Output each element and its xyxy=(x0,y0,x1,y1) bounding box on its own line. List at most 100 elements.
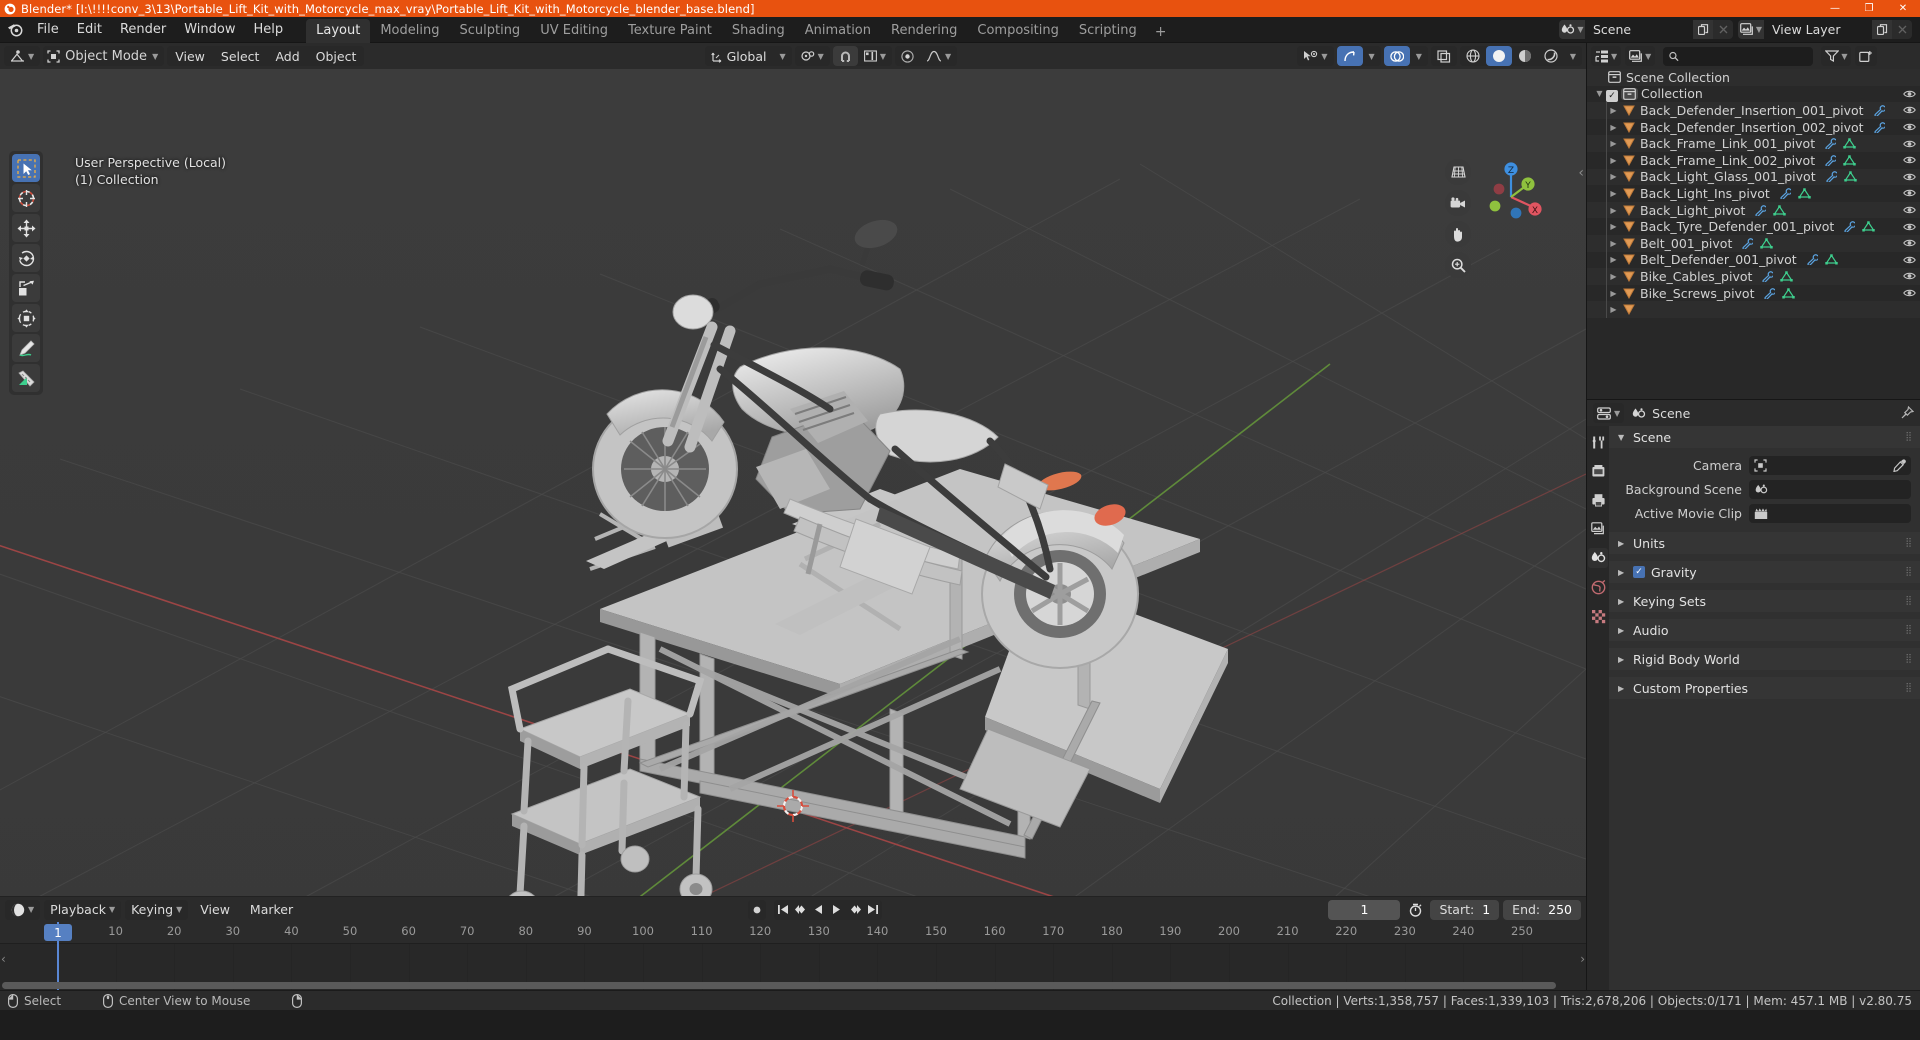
pivot-point-button[interactable]: ▼ xyxy=(795,46,830,66)
measure-tool[interactable] xyxy=(12,364,40,392)
viewport-menu-view[interactable]: View xyxy=(167,46,213,67)
viewport-menu-object[interactable]: Object xyxy=(308,46,365,67)
visibility-eye-icon[interactable] xyxy=(1903,255,1916,265)
proportional-edit-toggle[interactable] xyxy=(895,46,920,66)
tab-layout[interactable]: Layout xyxy=(306,18,371,43)
gizmo-options-button[interactable]: ▼ xyxy=(1363,46,1381,66)
outliner-row-object[interactable]: ▶ Belt_Defender_001_pivot xyxy=(1587,251,1920,269)
modifier-icon[interactable] xyxy=(1761,271,1774,282)
tab-compositing[interactable]: Compositing xyxy=(967,19,1069,43)
expand-triangle-icon[interactable]: ▶ xyxy=(1607,106,1620,115)
outliner-tree[interactable]: Scene Collection ▼ ✓ Collection ▶ Back_Defend… xyxy=(1587,69,1920,399)
render-tab[interactable] xyxy=(1588,461,1608,481)
view-layer-selector[interactable]: ▼ View Layer xyxy=(1738,20,1912,39)
menu-file[interactable]: File xyxy=(28,19,68,40)
remove-scene-button[interactable] xyxy=(1713,20,1733,39)
tab-texture-paint[interactable]: Texture Paint xyxy=(618,19,722,43)
gizmo-toggle-button[interactable] xyxy=(1336,46,1363,66)
object-visibility-button[interactable]: ▼ xyxy=(1297,46,1333,66)
new-view-layer-button[interactable] xyxy=(1872,20,1892,39)
end-frame-field[interactable]: End: 250 xyxy=(1503,899,1581,920)
select-box-tool[interactable] xyxy=(12,154,40,182)
expand-triangle-icon[interactable]: ▶ xyxy=(1607,139,1620,148)
visibility-eye-icon[interactable] xyxy=(1903,222,1916,232)
minimize-button[interactable]: — xyxy=(1818,0,1852,17)
view-layer-name-field[interactable]: View Layer xyxy=(1764,20,1872,39)
outliner-row-object[interactable]: ▶ Back_Light_Glass_001_pivot xyxy=(1587,168,1920,186)
visibility-eye-icon[interactable] xyxy=(1903,89,1916,99)
outliner-display-mode-selector[interactable]: ▼ xyxy=(1625,46,1656,66)
timeline-horizontal-scrollbar[interactable] xyxy=(0,982,1586,989)
annotate-tool[interactable] xyxy=(12,334,40,362)
expand-triangle-icon[interactable]: ▼ xyxy=(1593,89,1606,98)
timeline-body[interactable]: 10 20 30 40 50 60 70 80 90 100 110 120 130 140 150 160 1… xyxy=(0,922,1586,990)
shading-wireframe-button[interactable] xyxy=(1460,46,1486,66)
expand-triangle-icon[interactable]: ▶ xyxy=(1607,289,1620,298)
properties-editor-type-selector[interactable]: ▼ xyxy=(1593,403,1625,423)
expand-triangle-icon[interactable]: ▶ xyxy=(1607,189,1620,198)
zoom-view-icon[interactable] xyxy=(1445,252,1471,278)
mesh-data-icon[interactable] xyxy=(1773,204,1787,216)
start-frame-field[interactable]: Start: 1 xyxy=(1430,899,1500,920)
expand-triangle-icon[interactable]: ▶ xyxy=(1607,156,1620,165)
panel-header-custom-properties[interactable]: ▶ Custom Properties ⣿ xyxy=(1609,677,1920,699)
snap-toggle-button[interactable] xyxy=(832,46,858,66)
visibility-eye-icon[interactable] xyxy=(1903,271,1916,281)
visibility-eye-icon[interactable] xyxy=(1903,205,1916,215)
output-tab[interactable] xyxy=(1588,490,1608,510)
interaction-mode-selector[interactable]: Object Mode ▼ xyxy=(43,46,165,66)
collection-checkbox[interactable]: ✓ xyxy=(1606,86,1618,103)
tab-shading[interactable]: Shading xyxy=(722,19,795,43)
timeline-menu-marker[interactable]: Marker xyxy=(242,899,301,920)
shading-solid-button[interactable] xyxy=(1485,46,1512,66)
remove-view-layer-button[interactable] xyxy=(1892,20,1912,39)
3d-viewport[interactable]: User Perspective (Local) (1) Collection xyxy=(0,69,1586,896)
visibility-eye-icon[interactable] xyxy=(1903,139,1916,149)
outliner-row-object[interactable]: ▶ Back_Defender_Insertion_001_pivot xyxy=(1587,102,1920,119)
modifier-icon[interactable] xyxy=(1763,287,1776,299)
viewport-menu-add[interactable]: Add xyxy=(267,46,307,67)
modifier-icon[interactable] xyxy=(1779,188,1791,199)
expand-triangle-icon[interactable]: ▶ xyxy=(1607,239,1620,248)
tool-tab[interactable] xyxy=(1588,432,1608,452)
transform-orientation-selector[interactable]: Global ▼ xyxy=(704,46,792,66)
auto-keyframe-button[interactable] xyxy=(748,900,766,920)
outliner-row-object[interactable]: ▶ Back_Light_Ins_pivot xyxy=(1587,185,1920,202)
modifier-icon[interactable] xyxy=(1741,237,1754,249)
visibility-eye-icon[interactable] xyxy=(1903,105,1916,115)
rotate-tool[interactable] xyxy=(12,244,40,272)
new-collection-button[interactable] xyxy=(1855,46,1878,66)
outliner-row-object[interactable]: ▶ Back_Frame_Link_001_pivot xyxy=(1587,135,1920,152)
eyedropper-icon[interactable] xyxy=(1893,459,1906,472)
mesh-data-icon[interactable] xyxy=(1843,155,1856,166)
expand-triangle-icon[interactable]: ▶ xyxy=(1607,123,1620,132)
visibility-eye-icon[interactable] xyxy=(1903,122,1916,132)
menu-render[interactable]: Render xyxy=(111,19,175,40)
mesh-data-icon[interactable] xyxy=(1780,271,1794,282)
modifier-icon[interactable] xyxy=(1824,138,1837,150)
tab-rendering[interactable]: Rendering xyxy=(881,19,967,43)
tab-animation[interactable]: Animation xyxy=(795,19,881,43)
menu-window[interactable]: Window xyxy=(175,19,244,40)
previous-keyframe-button[interactable] xyxy=(792,900,810,920)
timeline-menu-view[interactable]: View xyxy=(192,899,238,920)
mesh-data-icon[interactable] xyxy=(1843,138,1856,149)
transform-tool[interactable] xyxy=(12,304,40,332)
mesh-data-icon[interactable] xyxy=(1760,238,1774,249)
expand-triangle-icon[interactable]: ▶ xyxy=(1607,255,1620,264)
scene-icon[interactable]: ▼ xyxy=(1559,20,1585,39)
modifier-icon[interactable] xyxy=(1806,254,1818,266)
timeline-scroll-right-arrow-icon[interactable]: › xyxy=(1580,952,1585,966)
expand-triangle-icon[interactable]: ▶ xyxy=(1607,222,1620,231)
editor-type-selector[interactable]: ▼ xyxy=(4,46,41,66)
panel-header-rigid-body-world[interactable]: ▶ Rigid Body World ⣿ xyxy=(1609,648,1920,670)
expand-triangle-icon[interactable]: ▶ xyxy=(1607,272,1620,281)
play-reverse-button[interactable] xyxy=(810,900,828,920)
jump-to-end-button[interactable] xyxy=(864,900,882,920)
pivot-point-selector[interactable]: ▼ xyxy=(794,46,830,66)
move-view-icon[interactable] xyxy=(1445,221,1471,247)
current-frame-field[interactable]: 1 xyxy=(1328,899,1401,920)
outliner-search-input[interactable] xyxy=(1663,46,1814,66)
camera-view-icon[interactable] xyxy=(1445,190,1471,216)
timeline-ruler[interactable]: 10 20 30 40 50 60 70 80 90 100 110 120 130 140 150 160 1… xyxy=(0,922,1586,944)
